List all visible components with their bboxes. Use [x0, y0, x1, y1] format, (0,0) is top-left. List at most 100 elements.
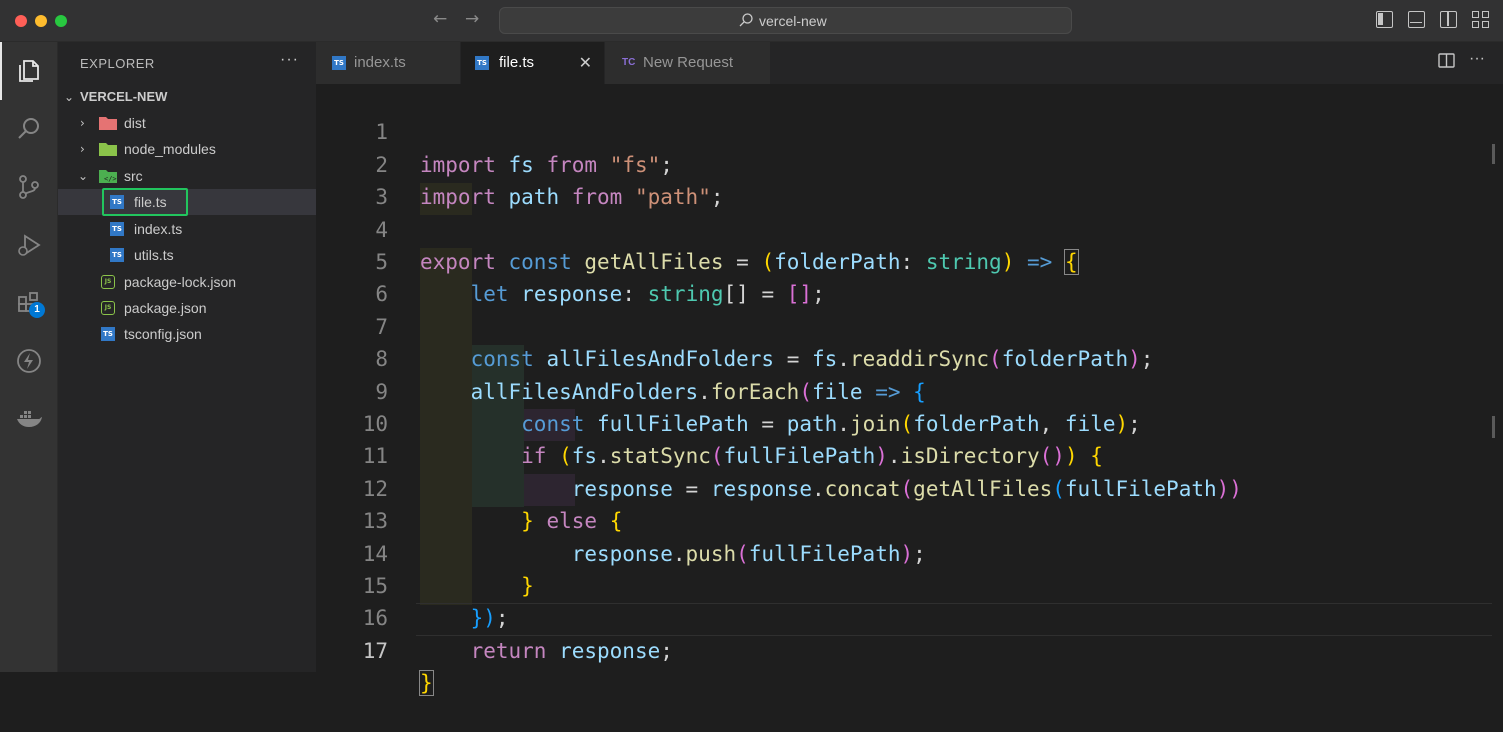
- forward-arrow-icon[interactable]: →: [465, 9, 479, 29]
- scrollbar-marker[interactable]: [1492, 144, 1495, 164]
- code-line: 12 } else {: [316, 440, 1492, 533]
- chevron-right-icon: ›: [80, 142, 85, 156]
- code-line: 13 response.push(fullFilePath);: [316, 473, 1492, 565]
- search-icon: [18, 118, 39, 139]
- more-actions-icon[interactable]: ···: [1469, 51, 1485, 69]
- source-control-icon: [19, 175, 39, 199]
- typescript-file-icon: TS: [332, 56, 346, 70]
- nodejs-file-icon: JS: [101, 275, 115, 289]
- files-icon: [19, 60, 39, 82]
- chevron-down-icon: ⌄: [78, 169, 89, 183]
- lightning-icon: [17, 349, 41, 373]
- chevron-right-icon: ›: [80, 116, 85, 130]
- tree-item-label: node_modules: [124, 141, 216, 157]
- tab-file-ts[interactable]: TS file.ts ✕: [461, 42, 605, 84]
- search-icon: [739, 13, 753, 27]
- editor-tab-bar: TS index.ts TS file.ts ✕ TC New Request …: [316, 42, 1503, 84]
- back-arrow-icon[interactable]: ←: [433, 9, 447, 29]
- toggle-secondary-sidebar-icon[interactable]: [1440, 11, 1457, 28]
- tree-item-label: src: [124, 168, 143, 184]
- explorer-root-folder[interactable]: ⌄ VERCEL-NEW: [58, 84, 316, 110]
- tab-label: New Request: [643, 54, 734, 71]
- explorer-view-button[interactable]: [0, 42, 58, 100]
- more-actions-icon[interactable]: ···: [280, 51, 299, 69]
- tree-item-src[interactable]: ⌄ </> src: [58, 163, 316, 189]
- tree-item-tsconfig-json[interactable]: TS tsconfig.json: [58, 321, 316, 347]
- tree-item-utils-ts[interactable]: TS utils.ts: [58, 242, 316, 268]
- split-editor-icon[interactable]: [1438, 52, 1455, 69]
- tab-label: file.ts: [499, 54, 535, 71]
- customize-layout-icon[interactable]: [1472, 11, 1489, 28]
- title-bar: ← → vercel-new: [0, 0, 1503, 42]
- folder-src-icon: </>: [99, 170, 117, 183]
- code-line: 9 const fullFilePath = path.join(folderP…: [316, 343, 1492, 436]
- run-debug-view-button[interactable]: [0, 216, 58, 274]
- search-view-button[interactable]: [0, 100, 58, 158]
- nodejs-file-icon: JS: [101, 301, 115, 315]
- tree-item-index-ts[interactable]: TS index.ts: [58, 216, 316, 242]
- typescript-file-icon: TS: [475, 56, 489, 70]
- code-line: 15 });: [316, 538, 1492, 630]
- close-icon[interactable]: ✕: [579, 42, 592, 84]
- tab-new-request[interactable]: TC New Request: [605, 42, 771, 84]
- close-window-button[interactable]: [15, 15, 27, 27]
- token: }: [419, 670, 434, 697]
- thunder-client-icon: TC: [622, 57, 636, 68]
- run-debug-icon: [18, 234, 41, 256]
- code-line: 16 return response;: [316, 570, 1492, 662]
- code-line: 3: [316, 149, 1492, 209]
- tree-item-label: index.ts: [134, 221, 183, 237]
- command-center[interactable]: vercel-new: [499, 7, 1072, 34]
- svg-text:</>: </>: [104, 175, 117, 183]
- code-line: 5 let response: string[] = [];: [316, 214, 1492, 306]
- tab-label: index.ts: [354, 54, 406, 71]
- maximize-window-button[interactable]: [55, 15, 67, 27]
- folder-dist-icon: [99, 117, 117, 130]
- code-editor[interactable]: 1 import fs from "fs"; 2 import path fro…: [316, 84, 1503, 697]
- tsconfig-file-icon: TS: [101, 327, 115, 341]
- code-line: 11 response = response.concat(getAllFile…: [316, 408, 1492, 500]
- tree-item-label: utils.ts: [134, 247, 174, 263]
- code-line: 6: [316, 246, 1492, 306]
- line-number: 17: [362, 638, 388, 663]
- code-line: 8 allFilesAndFolders.forEach(file => {: [316, 311, 1492, 403]
- code-line: 10 if (fs.statSync(fullFilePath).isDirec…: [316, 376, 1492, 468]
- selection-highlight-box: [102, 188, 188, 216]
- chevron-down-icon: ⌄: [64, 90, 75, 104]
- folder-node-icon: [99, 143, 117, 156]
- tree-item-node-modules[interactable]: › node_modules: [58, 136, 316, 162]
- extensions-badge: 1: [29, 302, 45, 318]
- root-folder-label: VERCEL-NEW: [80, 89, 168, 104]
- tree-item-label: package.json: [124, 300, 207, 316]
- docker-icon: [17, 411, 42, 427]
- thunder-client-view-button[interactable]: [0, 332, 58, 390]
- code-line: 2 import path from "path";: [316, 116, 1492, 209]
- activity-bar: 1: [0, 42, 58, 672]
- token: return: [470, 638, 547, 663]
- code-line: 4 export const getAllFiles = (folderPath…: [316, 181, 1492, 275]
- token: ;: [660, 638, 673, 663]
- code-line: 17 }: [316, 602, 1492, 697]
- code-line: 7 const allFilesAndFolders = fs.readdirS…: [316, 278, 1492, 371]
- tree-item-package-lock-json[interactable]: JS package-lock.json: [58, 269, 316, 295]
- token: response: [559, 638, 661, 663]
- typescript-file-icon: TS: [110, 248, 124, 262]
- code-line: 14 }: [316, 505, 1492, 598]
- scrollbar-marker[interactable]: [1492, 416, 1495, 438]
- typescript-file-icon: TS: [110, 222, 124, 236]
- tab-index-ts[interactable]: TS index.ts: [316, 42, 461, 84]
- explorer-title: EXPLORER: [80, 56, 155, 71]
- explorer-sidebar: EXPLORER ··· ⌄ VERCEL-NEW › dist › node_…: [58, 42, 316, 672]
- window-title: vercel-new: [759, 13, 827, 29]
- docker-view-button[interactable]: [0, 390, 58, 448]
- toggle-panel-icon[interactable]: [1408, 11, 1425, 28]
- toggle-primary-sidebar-icon[interactable]: [1376, 11, 1393, 28]
- source-control-view-button[interactable]: [0, 158, 58, 216]
- tree-item-dist[interactable]: › dist: [58, 110, 316, 136]
- minimize-window-button[interactable]: [35, 15, 47, 27]
- code-line: 1 import fs from "fs";: [316, 84, 1492, 176]
- tree-item-package-json[interactable]: JS package.json: [58, 295, 316, 321]
- extensions-view-button[interactable]: 1: [0, 274, 58, 332]
- tree-item-label: tsconfig.json: [124, 326, 202, 342]
- tree-item-label: dist: [124, 115, 146, 131]
